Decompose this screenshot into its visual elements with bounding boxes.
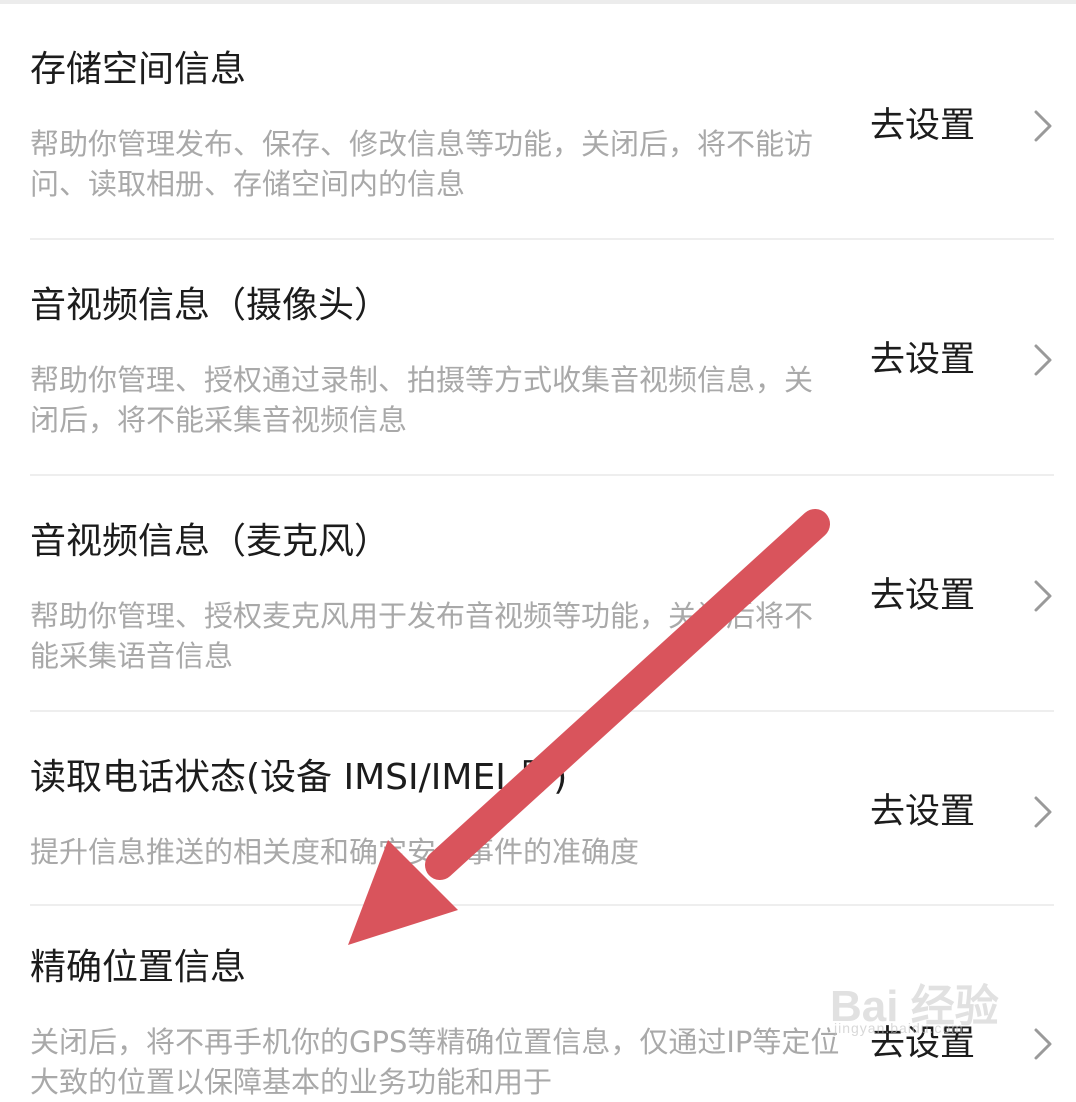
permission-description: 帮助你管理、授权麦克风用于发布音视频等功能，关闭后将不能采集语音信息 [30,599,814,673]
permission-list: 存储空间信息 帮助你管理发布、保存、修改信息等功能，关闭后，将不能访问、读取相册… [0,4,1076,1099]
go-settings-link[interactable]: 去设置 [870,104,975,148]
permission-row-storage[interactable]: 存储空间信息 帮助你管理发布、保存、修改信息等功能，关闭后，将不能访问、读取相册… [0,4,1076,240]
permission-description: 帮助你管理、授权通过录制、拍摄等方式收集音视频信息，关闭后，将不能采集音视频信息 [30,363,814,437]
permission-title: 读取电话状态(设备 IMSI/IMEI 号) [30,757,568,798]
permission-row-phone-state[interactable]: 读取电话状态(设备 IMSI/IMEI 号) 提升信息推送的相关度和确定安全事件… [0,712,1076,906]
permission-description: 关闭后，将不再手机你的GPS等精确位置信息，仅通过IP等定位大致的位置以保障基本… [30,1025,840,1099]
chevron-right-icon [1034,796,1052,828]
permission-title: 存储空间信息 [30,49,247,90]
go-settings-link[interactable]: 去设置 [870,574,975,618]
permission-row-microphone[interactable]: 音视频信息（麦克风） 帮助你管理、授权麦克风用于发布音视频等功能，关闭后将不能采… [0,476,1076,712]
permission-description: 提升信息推送的相关度和确定安全事件的准确度 [30,835,640,869]
chevron-right-icon [1034,110,1052,142]
chevron-right-icon [1034,344,1052,376]
permission-title: 精确位置信息 [30,947,247,988]
permission-title: 音视频信息（麦克风） [30,521,391,562]
go-settings-link[interactable]: 去设置 [870,1022,975,1066]
go-settings-link[interactable]: 去设置 [870,338,975,382]
chevron-right-icon [1034,1028,1052,1060]
permission-row-camera[interactable]: 音视频信息（摄像头） 帮助你管理、授权通过录制、拍摄等方式收集音视频信息，关闭后… [0,240,1076,476]
go-settings-link[interactable]: 去设置 [870,790,975,834]
permission-description: 帮助你管理发布、保存、修改信息等功能，关闭后，将不能访问、读取相册、存储空间内的… [30,127,814,201]
chevron-right-icon [1034,580,1052,612]
permission-title: 音视频信息（摄像头） [30,285,391,326]
permission-row-precise-location[interactable]: 精确位置信息 关闭后，将不再手机你的GPS等精确位置信息，仅通过IP等定位大致的… [0,906,1076,1099]
